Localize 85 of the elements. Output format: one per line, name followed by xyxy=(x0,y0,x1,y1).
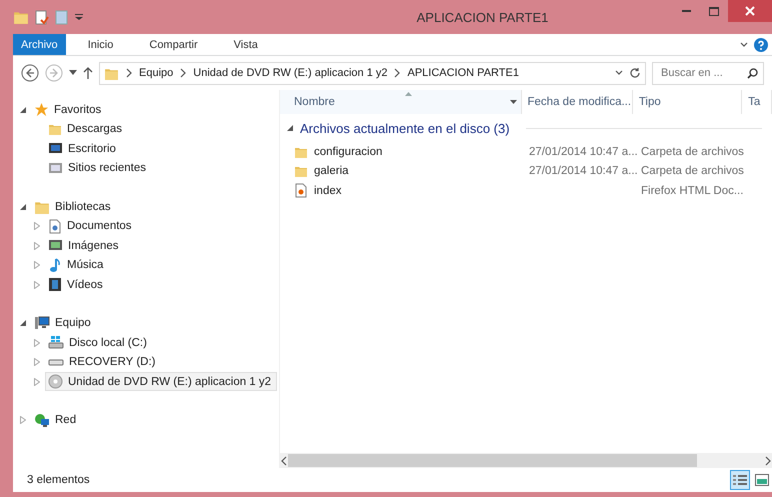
filter-dropdown-icon xyxy=(510,100,517,104)
collapse-arrow-icon[interactable] xyxy=(287,125,293,131)
details-view-button[interactable] xyxy=(730,470,750,490)
date-cell-text: 27/01/2014 10:47 a... xyxy=(528,146,635,158)
system-drive-icon xyxy=(48,335,64,350)
recent-places-icon xyxy=(48,160,63,176)
disc-icon xyxy=(48,374,63,390)
sidebar-item[interactable]: Imágenes xyxy=(45,236,277,256)
star-icon xyxy=(34,102,49,118)
expand-arrow-icon[interactable] xyxy=(34,378,40,386)
scroll-left-icon xyxy=(280,456,288,466)
maximize-icon xyxy=(709,6,719,16)
sidebar-item[interactable]: Favoritos xyxy=(31,100,277,120)
chevron-right-icon xyxy=(179,68,188,78)
search-icon xyxy=(747,68,758,78)
back-button[interactable] xyxy=(21,64,39,82)
breadcrumb[interactable]: APLICACION PARTE1 xyxy=(407,67,519,79)
collapse-arrow-icon[interactable] xyxy=(20,320,26,326)
column-header[interactable]: Nombre xyxy=(280,90,522,114)
refresh-icon[interactable] xyxy=(629,67,641,79)
collapse-arrow-icon[interactable] xyxy=(20,204,26,210)
sort-arrow-icon xyxy=(405,92,412,96)
expand-arrow-icon[interactable] xyxy=(20,416,26,424)
expand-arrow-icon[interactable] xyxy=(34,261,40,270)
sidebar-item[interactable]: Música xyxy=(45,256,277,275)
folder-icon xyxy=(48,122,62,136)
group-header[interactable]: Archivos actualmente en el disco (3) xyxy=(300,120,510,136)
expand-ribbon-icon xyxy=(740,40,748,50)
column-header[interactable]: Tipo xyxy=(632,90,742,114)
sidebar-item[interactable]: Descargas xyxy=(45,120,277,139)
ribbon-tab[interactable]: Compartir xyxy=(137,34,210,55)
expand-arrow-icon[interactable] xyxy=(34,338,40,347)
up-arrow-icon[interactable] xyxy=(83,67,93,79)
breadcrumb[interactable]: Unidad de DVD RW (E:) aplicacion 1 y2 xyxy=(193,67,388,79)
ribbon-tab[interactable]: Archivo xyxy=(13,34,66,55)
file-name-cell[interactable]: configuracion xyxy=(280,144,523,159)
music-note-icon xyxy=(48,258,62,273)
sidebar-item[interactable]: Disco local (C:) xyxy=(45,333,277,352)
file-name-cell[interactable]: galeria xyxy=(280,164,523,178)
sidebar-item[interactable]: RECOVERY (D:) xyxy=(45,352,277,372)
document-icon xyxy=(48,218,62,234)
window-title: APLICACION PARTE1 xyxy=(416,10,550,24)
sidebar-item[interactable]: Bibliotecas xyxy=(31,197,277,216)
details-view-icon xyxy=(733,474,747,486)
properties-icon[interactable] xyxy=(35,10,49,24)
scroll-right-icon xyxy=(764,456,772,466)
chevron-right-icon xyxy=(125,68,133,78)
minimize-icon xyxy=(682,10,690,12)
address-bar[interactable]: Equipo Unidad de DVD RW (E:) aplicacion 1 y2 APLICACION PARTE1 xyxy=(99,62,646,84)
recent-locations-icon[interactable] xyxy=(69,70,77,76)
sidebar-item[interactable]: Red xyxy=(31,410,277,430)
sidebar-item[interactable]: Sitios recientes xyxy=(45,158,277,178)
sidebar-item[interactable]: Documentos xyxy=(45,216,277,236)
search-field[interactable]: Buscar en ... xyxy=(652,62,764,84)
item-count: 3 elementos xyxy=(27,474,90,486)
computer-icon xyxy=(34,316,50,331)
column-header[interactable]: Fecha de modifica... xyxy=(522,90,633,114)
collapse-arrow-icon[interactable] xyxy=(20,106,26,113)
close-icon xyxy=(745,6,755,16)
close-button[interactable] xyxy=(728,0,772,22)
film-icon xyxy=(48,277,62,292)
network-icon xyxy=(34,412,50,428)
ribbon-tab[interactable]: Vista xyxy=(222,34,270,55)
drive-icon xyxy=(48,358,64,366)
horizontal-scrollbar[interactable] xyxy=(280,453,772,468)
expand-arrow-icon[interactable] xyxy=(34,358,40,366)
type-cell-text: Firefox HTML Doc... xyxy=(640,184,744,197)
sidebar-item[interactable]: Vídeos xyxy=(45,275,277,294)
folder-icon xyxy=(294,164,308,178)
expand-arrow-icon[interactable] xyxy=(34,280,40,289)
date-cell-text: 27/01/2014 10:47 a... xyxy=(528,165,635,178)
sidebar-item[interactable]: Unidad de DVD RW (E:) aplicacion 1 y2 xyxy=(45,372,277,392)
file-name-cell[interactable]: index xyxy=(280,183,523,198)
expand-arrow-icon[interactable] xyxy=(34,242,40,250)
expand-arrow-icon[interactable] xyxy=(34,222,40,230)
sidebar-item[interactable]: Equipo xyxy=(31,314,277,333)
chevron-right-icon xyxy=(393,68,402,78)
ribbon-tab[interactable]: Inicio xyxy=(76,34,126,55)
breadcrumb[interactable]: Equipo xyxy=(139,67,174,79)
sidebar-item[interactable]: Escritorio xyxy=(45,139,277,158)
large-icons-view-icon xyxy=(755,474,769,486)
firefox-file-icon xyxy=(294,183,308,198)
help-icon[interactable] xyxy=(754,38,768,52)
column-header[interactable]: Ta xyxy=(742,90,772,114)
dropdown-icon[interactable] xyxy=(75,13,83,21)
